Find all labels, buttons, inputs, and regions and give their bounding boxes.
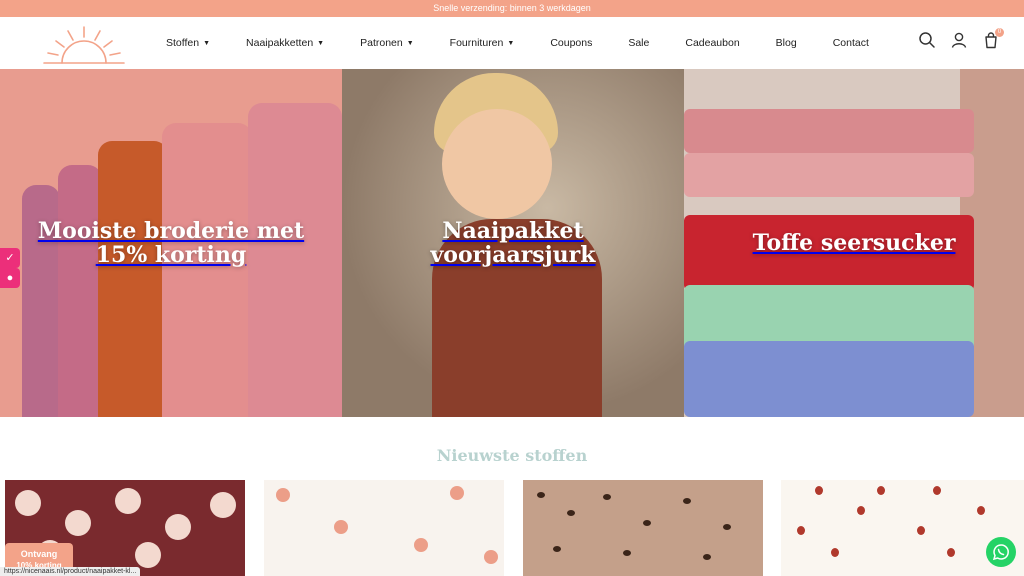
- nav-item-fournituren[interactable]: Fournituren ▼: [450, 37, 515, 49]
- nav-item-stoffen[interactable]: Stoffen ▼: [166, 37, 210, 49]
- fabric-stack-image: [684, 109, 974, 153]
- user-icon[interactable]: [950, 31, 968, 49]
- header-icons: 0: [918, 28, 1004, 49]
- discount-popup-line1: Ontvang: [20, 549, 58, 559]
- girl-face-image: [442, 109, 552, 219]
- nav-item-label: Blog: [775, 37, 797, 49]
- cart-count-badge: 0: [995, 28, 1004, 37]
- fabric-pattern: [933, 486, 941, 495]
- cart-icon[interactable]: 0: [982, 28, 1004, 49]
- section-title: Nieuwste stoffen: [436, 446, 588, 465]
- nav-item-label: Cadeaubon: [685, 37, 740, 49]
- fabric-pattern: [683, 498, 691, 504]
- fabric-pattern: [877, 486, 885, 495]
- fabric-pattern: [65, 510, 91, 536]
- nav-item-blog[interactable]: Blog: [776, 37, 797, 49]
- fabric-stack-image: [684, 153, 974, 197]
- fabric-pattern: [450, 486, 464, 500]
- chevron-down-icon: ▼: [507, 39, 515, 47]
- fabric-stack-image: [684, 341, 974, 417]
- fabric-pattern: [643, 520, 651, 526]
- fabric-pattern: [703, 554, 711, 560]
- chevron-down-icon: ▼: [317, 39, 325, 47]
- hero-banner: Mooiste broderie met 15% korting Naaipak…: [0, 69, 1024, 417]
- site-header: Stoffen ▼ Naaipakketten ▼ Patronen ▼ Fou…: [0, 17, 1024, 69]
- fabric-pattern: [815, 486, 823, 495]
- fabric-pattern: [15, 490, 41, 516]
- fabric-pattern: [831, 548, 839, 557]
- fabric-pattern: [947, 548, 955, 557]
- fabric-pattern: [603, 494, 611, 500]
- fabric-pattern: [857, 506, 865, 515]
- fabric-roll-image: [58, 165, 102, 417]
- chat-bubble-icon[interactable]: ●: [0, 268, 20, 288]
- product-card-floral-muslin[interactable]: [264, 480, 504, 576]
- nav-item-label: Sale: [628, 37, 650, 49]
- sunrise-logo[interactable]: [42, 21, 126, 65]
- nav-item-label: Stoffen: [166, 37, 200, 49]
- fabric-pattern: [723, 524, 731, 530]
- browser-status-url: https://nicenaais.nl/product/naaipakket-…: [0, 567, 141, 576]
- hero-panel-title: Toffe seersucker: [752, 229, 956, 256]
- fabric-pattern: [135, 542, 161, 568]
- fabric-pattern: [210, 492, 236, 518]
- nav-item-label: Coupons: [550, 37, 593, 49]
- fabric-pattern: [537, 492, 545, 498]
- fabric-pattern: [797, 526, 805, 535]
- fabric-pattern: [115, 488, 141, 514]
- product-card-leopard-print[interactable]: [523, 480, 763, 576]
- nav-item-cadeaubon[interactable]: Cadeaubon: [685, 37, 739, 49]
- fabric-roll-image: [98, 141, 168, 417]
- nav-item-coupons[interactable]: Coupons: [550, 37, 592, 49]
- nav-item-sale[interactable]: Sale: [628, 37, 649, 49]
- nav-item-label: Patronen: [360, 37, 403, 49]
- nav-item-label: Contact: [832, 37, 869, 49]
- nav-item-label: Fournituren: [449, 37, 504, 49]
- hero-panel-title: Mooiste broderie met 15% korting: [37, 217, 305, 268]
- fabric-roll-image: [162, 123, 252, 417]
- hero-panel-title: Naaipakket voorjaarsjurk: [430, 217, 596, 268]
- search-icon[interactable]: [918, 31, 936, 49]
- main-navigation: Stoffen ▼ Naaipakketten ▼ Patronen ▼ Fou…: [150, 17, 869, 69]
- announcement-bar: Snelle verzending: binnen 3 werkdagen: [0, 0, 1024, 17]
- fabric-pattern: [484, 550, 498, 564]
- fabric-pattern: [414, 538, 428, 552]
- fabric-pattern: [165, 514, 191, 540]
- hero-panel-broderie[interactable]: Mooiste broderie met 15% korting: [0, 69, 342, 417]
- announcement-text: Snelle verzending: binnen 3 werkdagen: [433, 3, 591, 13]
- fabric-pattern: [623, 550, 631, 556]
- nav-item-contact[interactable]: Contact: [833, 37, 869, 49]
- fabric-pattern: [977, 506, 985, 515]
- fabric-pattern: [334, 520, 348, 534]
- fabric-pattern: [276, 488, 290, 502]
- nav-item-label: Naaipakketten: [246, 37, 314, 49]
- chevron-down-icon: ▼: [203, 39, 211, 47]
- fabric-pattern: [917, 526, 925, 535]
- fabric-pattern: [567, 510, 575, 516]
- product-card-ladybug-print[interactable]: [781, 480, 1024, 576]
- nav-item-patronen[interactable]: Patronen ▼: [360, 37, 414, 49]
- nav-item-naaipakketten[interactable]: Naaipakketten ▼: [246, 37, 324, 49]
- chevron-down-icon: ▼: [406, 39, 414, 47]
- hero-panel-seersucker[interactable]: Toffe seersucker: [684, 69, 1024, 417]
- whatsapp-icon[interactable]: [986, 537, 1016, 567]
- hero-panel-naaipakket[interactable]: Naaipakket voorjaarsjurk: [342, 69, 684, 417]
- fabric-pattern: [553, 546, 561, 552]
